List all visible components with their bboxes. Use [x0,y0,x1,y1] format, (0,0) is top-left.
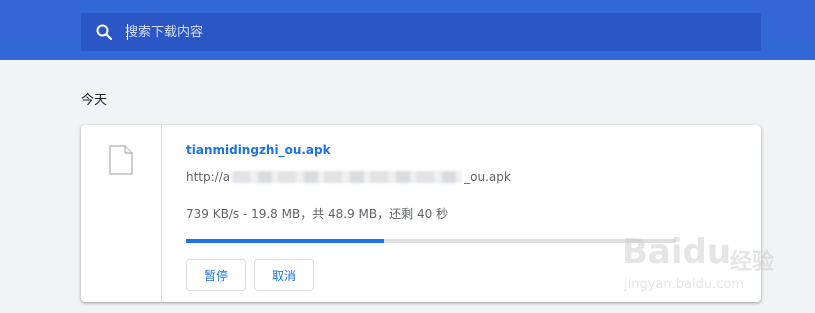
search-bar[interactable] [81,13,761,51]
text-caret [127,24,128,40]
baidu-jingyan-watermark: Baidu 经验 jingyan.baidu.com [622,222,812,300]
file-name-link[interactable]: tianmidingzhi_ou.apk [186,143,331,157]
progress-bar [186,239,676,243]
search-icon [95,23,113,41]
file-url-suffix: _ou.apk [464,170,511,184]
file-url-prefix: http://a [186,170,231,184]
cancel-button[interactable]: 取消 [254,259,314,291]
date-heading: 今天 [81,93,108,108]
watermark-cn-text: 经验 [730,250,775,275]
watermark-logo: Baidu [622,232,732,272]
card-divider [161,125,162,302]
watermark-url: jingyan.baidu.com [624,277,744,292]
progress-status-text: 739 KB/s - 19.8 MB，共 48.9 MB，还剩 40 秒 [186,207,449,221]
url-redacted-blur [232,171,463,183]
search-input[interactable] [125,13,725,51]
pause-button[interactable]: 暂停 [186,259,246,291]
progress-bar-fill [186,239,385,243]
file-icon [109,145,133,175]
downloads-header [0,0,815,60]
file-url[interactable]: http://a _ou.apk [186,170,511,184]
